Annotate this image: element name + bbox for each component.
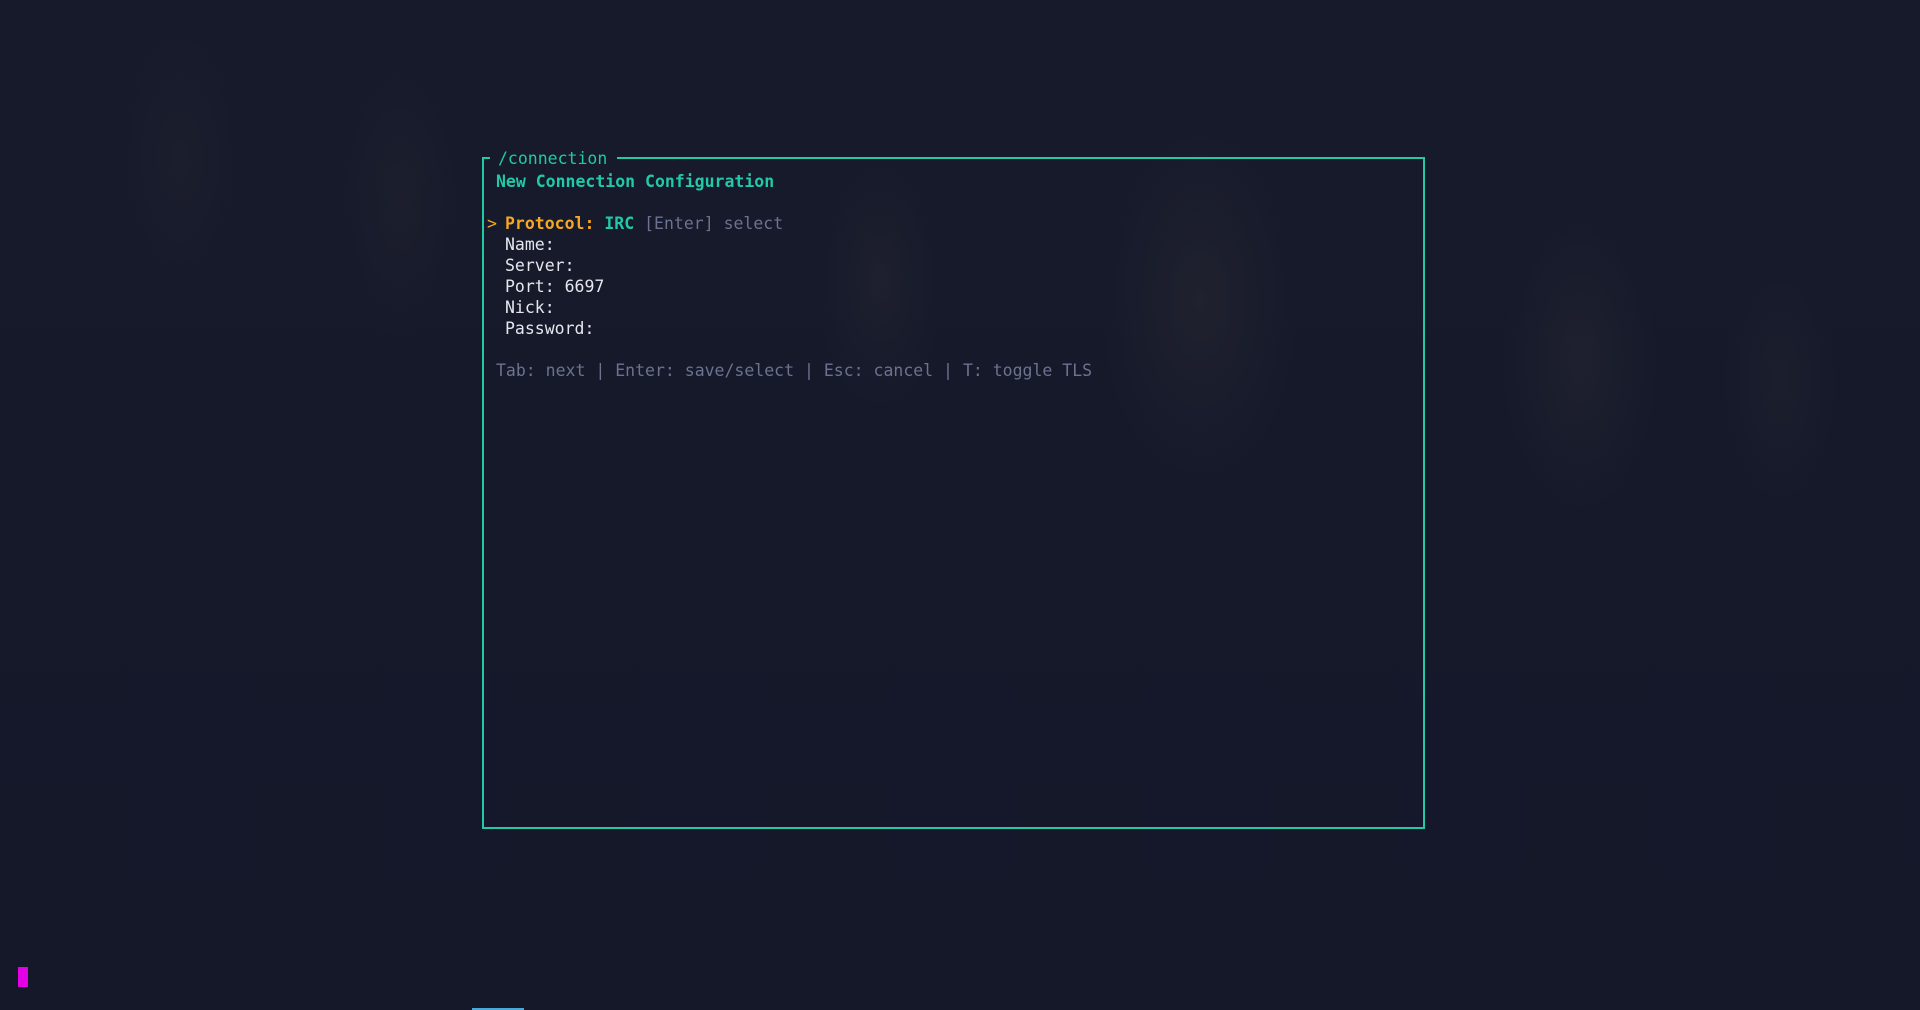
terminal-cursor [18,967,28,987]
nick-label: Nick: [505,298,555,317]
nick-field[interactable]: Nick: [487,297,783,318]
protocol-label: Protocol: [505,214,595,233]
name-field[interactable]: Name: [487,234,783,255]
help-enter: Enter: save/select [615,361,795,380]
name-label: Name: [505,235,555,254]
protocol-value: IRC [604,214,635,233]
port-value[interactable]: 6697 [565,277,605,296]
port-field[interactable]: Port: 6697 [487,276,783,297]
help-tab: Tab: next [496,361,586,380]
help-esc: Esc: cancel [823,361,934,380]
protocol-field[interactable]: > Protocol: IRC [Enter] select [487,213,783,234]
password-label: Password: [505,319,595,338]
connection-dialog: /connection New Connection Configuration… [482,150,1425,829]
selection-marker: > [487,214,497,233]
connection-form: > Protocol: IRC [Enter] select Name: Serv… [487,213,783,339]
keybinding-help: Tab: next | Enter: save/select | Esc: ca… [496,361,1093,380]
port-label: Port: [505,277,555,296]
help-tls: T: toggle TLS [962,361,1093,380]
dialog-heading: New Connection Configuration [496,172,775,191]
protocol-hint: [Enter] select [644,214,784,233]
server-field[interactable]: Server: [487,255,783,276]
password-field[interactable]: Password: [487,318,783,339]
server-label: Server: [505,256,575,275]
dialog-title: /connection [490,150,618,168]
